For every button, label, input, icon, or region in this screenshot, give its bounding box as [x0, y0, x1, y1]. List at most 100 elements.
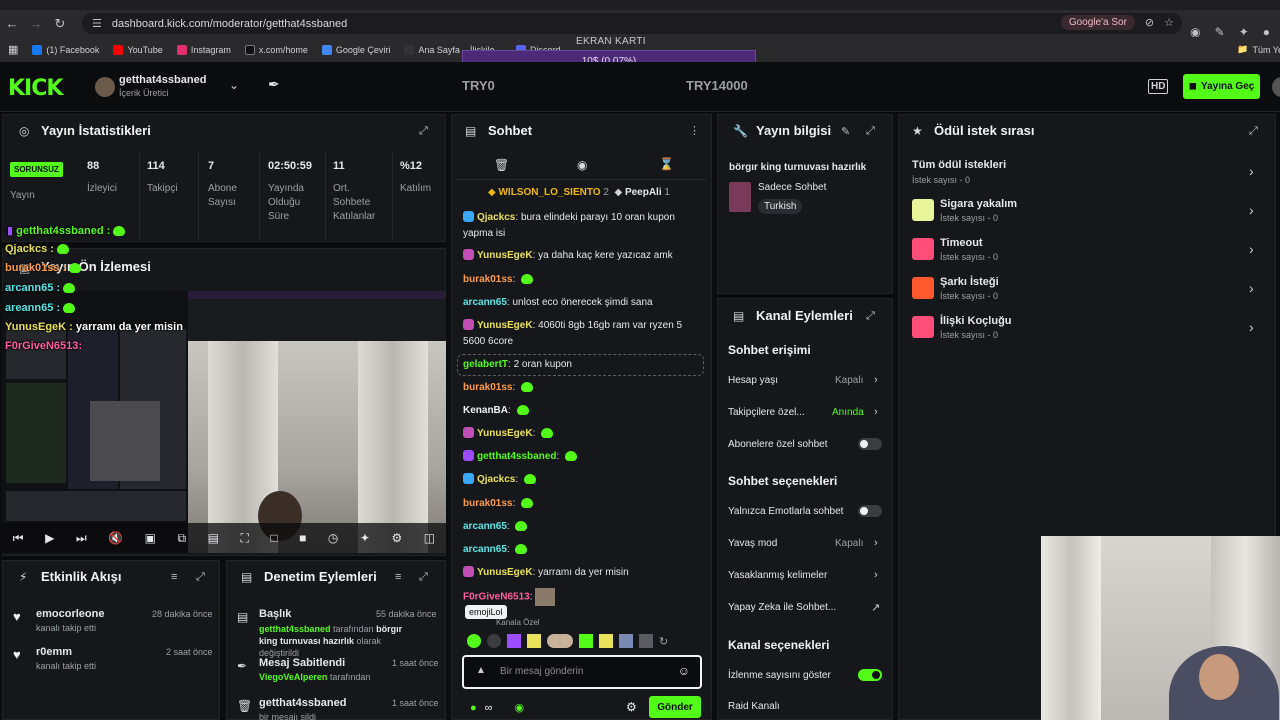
emote-icon[interactable] — [599, 634, 613, 648]
bookmark-google-translate[interactable]: Google Çeviri — [321, 44, 390, 55]
expand-icon[interactable]: ⤢ — [419, 571, 428, 584]
user-avatar[interactable] — [1272, 77, 1280, 97]
reload-icon[interactable]: ↻ — [48, 16, 72, 32]
chevron-right-icon[interactable]: › — [874, 537, 878, 549]
bookmark-facebook[interactable]: (1) Facebook — [32, 44, 99, 55]
emote-section-label: Kanala Özel — [496, 618, 540, 627]
bookmark-x[interactable]: x.com/home — [244, 44, 308, 55]
skip-back-icon[interactable]: ⏮ — [13, 531, 24, 546]
record-icon[interactable]: ■ — [299, 531, 306, 545]
play-icon[interactable]: ▶ — [45, 531, 54, 545]
chevron-right-icon[interactable]: › — [1249, 163, 1254, 179]
chat-input[interactable]: ▲ Bir mesaj gönderin ☺ — [462, 655, 702, 689]
bookmark-youtube[interactable]: YouTube — [113, 44, 163, 55]
emote-icon[interactable] — [547, 634, 573, 648]
chat-message: Qjackcs: bura elindeki parayı 10 oran ku… — [463, 211, 675, 239]
users-icon[interactable]: ● — [470, 702, 477, 714]
expand-icon[interactable]: ⤢ — [419, 125, 428, 138]
chevron-right-icon[interactable]: › — [874, 569, 878, 581]
chevron-right-icon[interactable]: › — [1249, 280, 1254, 296]
edit-icon[interactable]: ✎ — [841, 125, 850, 138]
emote-icon[interactable] — [619, 634, 633, 648]
pip-icon[interactable]: ⧉ — [177, 531, 186, 546]
chevron-right-icon[interactable]: › — [1249, 319, 1254, 335]
back-icon[interactable]: ← — [0, 16, 24, 31]
followers-only-label[interactable]: Takipçilere özel... — [728, 407, 805, 418]
subscribers-only-toggle[interactable] — [858, 438, 882, 450]
expand-icon[interactable]: ⤢ — [1249, 125, 1258, 138]
sparkle-icon[interactable]: ✦ — [360, 531, 370, 545]
expand-icon[interactable]: ⤢ — [196, 571, 205, 584]
chat-message: burak01ss: — [463, 496, 699, 512]
site-info-icon[interactable]: ☰ — [92, 17, 102, 30]
language-tag[interactable]: Turkish — [758, 199, 803, 214]
emote-icon[interactable] — [507, 634, 521, 648]
expand-icon[interactable]: ⤢ — [866, 310, 875, 323]
trash-icon[interactable]: 🗑 — [494, 158, 509, 172]
emoji-icon[interactable]: ☺ — [678, 664, 690, 678]
chat-message: gelabertT: 2 oran kupon — [463, 359, 572, 370]
emote-icon[interactable] — [467, 634, 481, 648]
reward-title[interactable]: Timeout — [940, 237, 983, 249]
more-icon[interactable]: ⋮ — [689, 124, 700, 137]
fullscreen-icon[interactable]: ⛶ — [240, 531, 248, 546]
settings-icon[interactable]: ⚙ — [626, 700, 637, 714]
all-bookmarks[interactable]: 📁Tüm Yer — [1237, 44, 1280, 55]
eye-off-icon[interactable]: ⊘ — [1145, 16, 1154, 29]
chat-message: burak01ss: — [463, 272, 699, 288]
slow-mode-label[interactable]: Yavaş mod — [728, 538, 777, 549]
send-button[interactable]: Gönder — [649, 696, 701, 718]
banned-words-label[interactable]: Yasaklanmış kelimeler — [728, 570, 827, 581]
raid-channel-label[interactable]: Raid Kanalı — [728, 701, 780, 712]
camera-icon[interactable]: ▣ — [145, 531, 156, 545]
trophy-icon: ★ — [912, 124, 923, 138]
chevron-down-icon[interactable]: ⌄ — [229, 78, 239, 92]
forward-icon[interactable]: → — [24, 16, 48, 31]
star-icon[interactable]: ☆ — [1164, 16, 1174, 29]
reward-all-title[interactable]: Tüm ödül istekleri — [912, 159, 1006, 171]
kick-circle-icon[interactable]: ◉ — [515, 701, 525, 714]
go-live-button[interactable]: ◼ Yayına Geç — [1183, 74, 1260, 99]
infinity-icon[interactable]: ∞ — [485, 702, 493, 714]
emote-icon[interactable] — [639, 634, 653, 648]
status-label: Yayın — [10, 190, 35, 201]
address-bar[interactable]: ☰ dashboard.kick.com/moderator/getthat4s… — [82, 13, 1182, 34]
expand-icon[interactable]: ⤢ — [866, 125, 875, 138]
chevron-right-icon[interactable]: › — [874, 406, 878, 418]
moderation-title: Denetim Eylemleri — [264, 569, 377, 584]
external-link-icon[interactable]: ↗ — [871, 601, 880, 614]
avatar[interactable] — [95, 77, 115, 97]
filter-icon[interactable]: ≡ — [395, 571, 401, 583]
apps-icon[interactable]: ▦ — [8, 43, 18, 56]
kick-logo[interactable]: KICK — [8, 76, 63, 101]
timer-icon[interactable]: ◷ — [328, 531, 338, 545]
reward-title[interactable]: İlişki Koçluğu — [940, 315, 1012, 327]
emote-icon[interactable] — [579, 634, 593, 648]
layout-icon[interactable]: ◫ — [424, 531, 435, 545]
refresh-icon[interactable]: ↻ — [659, 635, 668, 648]
bookmark-instagram[interactable]: Instagram — [176, 44, 231, 55]
reward-title[interactable]: Şarkı İsteği — [940, 276, 999, 288]
emote-icon[interactable] — [527, 634, 541, 648]
chevron-right-icon[interactable]: › — [874, 374, 878, 386]
filter-icon[interactable]: ≡ — [171, 571, 177, 583]
pin-icon[interactable]: ✒ — [268, 76, 280, 93]
account-age-label[interactable]: Hesap yaşı — [728, 375, 778, 386]
chat-bubble-icon[interactable]: ◉ — [577, 158, 587, 172]
ai-chat-label[interactable]: Yapay Zeka ile Sohbet... — [728, 602, 836, 613]
mute-icon[interactable]: 🔇 — [108, 531, 123, 545]
chevron-right-icon[interactable]: › — [1249, 241, 1254, 257]
settings-icon[interactable]: ⚙ — [391, 531, 402, 545]
chevron-right-icon[interactable]: › — [1249, 202, 1254, 218]
show-viewcount-toggle[interactable] — [858, 669, 882, 681]
hourglass-icon[interactable]: ⌛ — [659, 157, 674, 171]
overlay-chat-line: Qjackcs : — [5, 243, 69, 255]
emote-only-toggle[interactable] — [858, 505, 882, 517]
reward-title[interactable]: Sigara yakalım — [940, 198, 1017, 210]
clip-icon[interactable]: ▤ — [208, 531, 219, 545]
google-ask-button[interactable]: Google'a Sor — [1060, 15, 1135, 30]
emote-icon[interactable] — [487, 634, 501, 648]
skip-forward-icon[interactable]: ⏭ — [76, 531, 87, 546]
crop-icon[interactable]: □ — [270, 531, 277, 545]
hd-icon[interactable]: HD — [1148, 79, 1169, 94]
